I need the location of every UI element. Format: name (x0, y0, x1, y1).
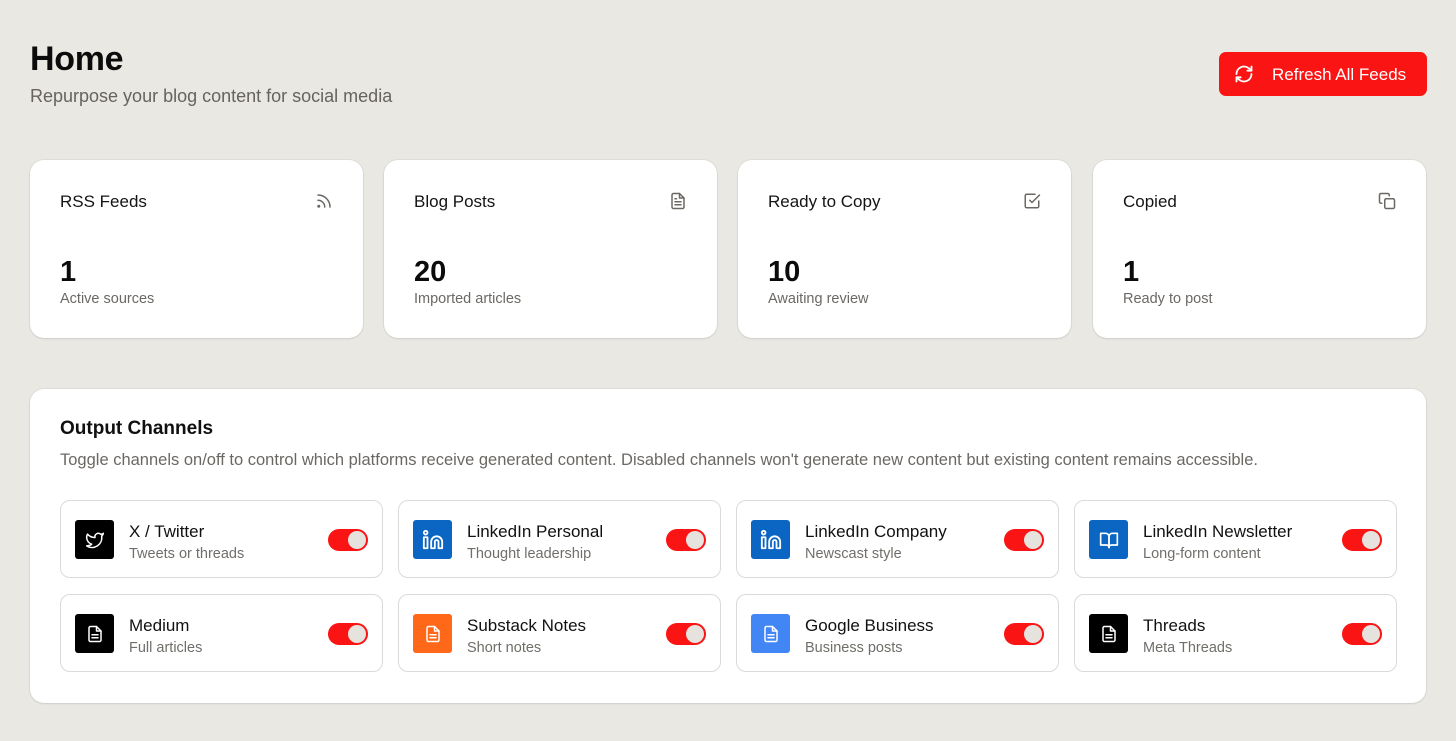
stat-caption: Ready to post (1123, 291, 1213, 307)
checkbox-icon (1023, 192, 1041, 210)
channel-toggle[interactable] (1004, 529, 1044, 551)
channel-toggle[interactable] (1342, 623, 1382, 645)
channel-name: X / Twitter (129, 522, 205, 541)
stat-card-rss-feeds: RSS Feeds 1 Active sources (30, 160, 363, 338)
stat-card-ready-to-copy: Ready to Copy 10 Awaiting review (738, 160, 1071, 338)
copy-icon (1378, 192, 1396, 210)
document-icon (1089, 614, 1128, 653)
panel-title: Output Channels (60, 418, 214, 439)
channel-toggle[interactable] (1004, 623, 1044, 645)
twitter-bird-icon (75, 520, 114, 559)
stat-card-copied: Copied 1 Ready to post (1093, 160, 1426, 338)
channel-toggle[interactable] (328, 623, 368, 645)
page-title: Home (30, 40, 124, 78)
stat-value: 20 (414, 256, 447, 288)
channel-name: Google Business (805, 616, 934, 635)
page-subtitle: Repurpose your blog content for social m… (30, 86, 393, 106)
stat-title: Ready to Copy (768, 192, 881, 211)
stat-value: 10 (768, 256, 801, 288)
channel-google-business: Google Business Business posts (736, 594, 1059, 672)
stat-caption: Imported articles (414, 291, 522, 307)
stat-title: RSS Feeds (60, 192, 147, 211)
linkedin-icon (413, 520, 452, 559)
channel-description: Thought leadership (467, 546, 592, 562)
channel-description: Meta Threads (1143, 640, 1233, 656)
document-icon (413, 614, 452, 653)
channel-toggle[interactable] (666, 529, 706, 551)
document-icon (669, 192, 687, 210)
channel-toggle[interactable] (1342, 529, 1382, 551)
channel-substack-notes: Substack Notes Short notes (398, 594, 721, 672)
refresh-button-label: Refresh All Feeds (1272, 65, 1407, 84)
channel-name: LinkedIn Company (805, 522, 947, 541)
panel-description: Toggle channels on/off to control which … (60, 451, 1258, 469)
output-channels-panel: Output Channels Toggle channels on/off t… (30, 389, 1426, 703)
channel-description: Tweets or threads (129, 546, 245, 562)
channel-x-twitter: X / Twitter Tweets or threads (60, 500, 383, 578)
toggle-knob (1362, 531, 1380, 549)
channel-linkedin-personal: LinkedIn Personal Thought leadership (398, 500, 721, 578)
channel-threads: Threads Meta Threads (1074, 594, 1397, 672)
stat-value: 1 (1123, 256, 1140, 288)
refresh-icon (1234, 64, 1254, 84)
toggle-knob (348, 531, 366, 549)
stat-caption: Active sources (60, 291, 155, 307)
toggle-knob (1024, 531, 1042, 549)
toggle-knob (686, 625, 704, 643)
toggle-knob (1024, 625, 1042, 643)
linkedin-icon (751, 520, 790, 559)
channel-name: Medium (129, 616, 190, 635)
channel-description: Newscast style (805, 546, 902, 562)
channel-linkedin-newsletter: LinkedIn Newsletter Long-form content (1074, 500, 1397, 578)
channel-description: Short notes (467, 640, 542, 656)
channel-name: Threads (1143, 616, 1206, 635)
home-page: Home Repurpose your blog content for soc… (0, 0, 1456, 741)
channel-medium: Medium Full articles (60, 594, 383, 672)
channel-toggle[interactable] (328, 529, 368, 551)
document-icon (751, 614, 790, 653)
book-open-icon (1089, 520, 1128, 559)
stat-card-blog-posts: Blog Posts 20 Imported articles (384, 160, 717, 338)
stat-caption: Awaiting review (768, 291, 869, 307)
channel-name: Substack Notes (467, 616, 587, 635)
rss-icon (315, 192, 333, 210)
stat-value: 1 (60, 256, 77, 288)
toggle-knob (348, 625, 366, 643)
channel-name: LinkedIn Newsletter (1143, 522, 1293, 541)
channel-name: LinkedIn Personal (467, 522, 604, 541)
channel-description: Business posts (805, 640, 903, 656)
channel-linkedin-company: LinkedIn Company Newscast style (736, 500, 1059, 578)
toggle-knob (1362, 625, 1380, 643)
channel-toggle[interactable] (666, 623, 706, 645)
document-icon (75, 614, 114, 653)
refresh-all-feeds-button[interactable]: Refresh All Feeds (1219, 52, 1427, 96)
stat-title: Copied (1123, 192, 1177, 211)
channel-description: Full articles (129, 640, 203, 656)
channel-description: Long-form content (1143, 546, 1261, 562)
toggle-knob (686, 531, 704, 549)
stat-title: Blog Posts (414, 192, 496, 211)
